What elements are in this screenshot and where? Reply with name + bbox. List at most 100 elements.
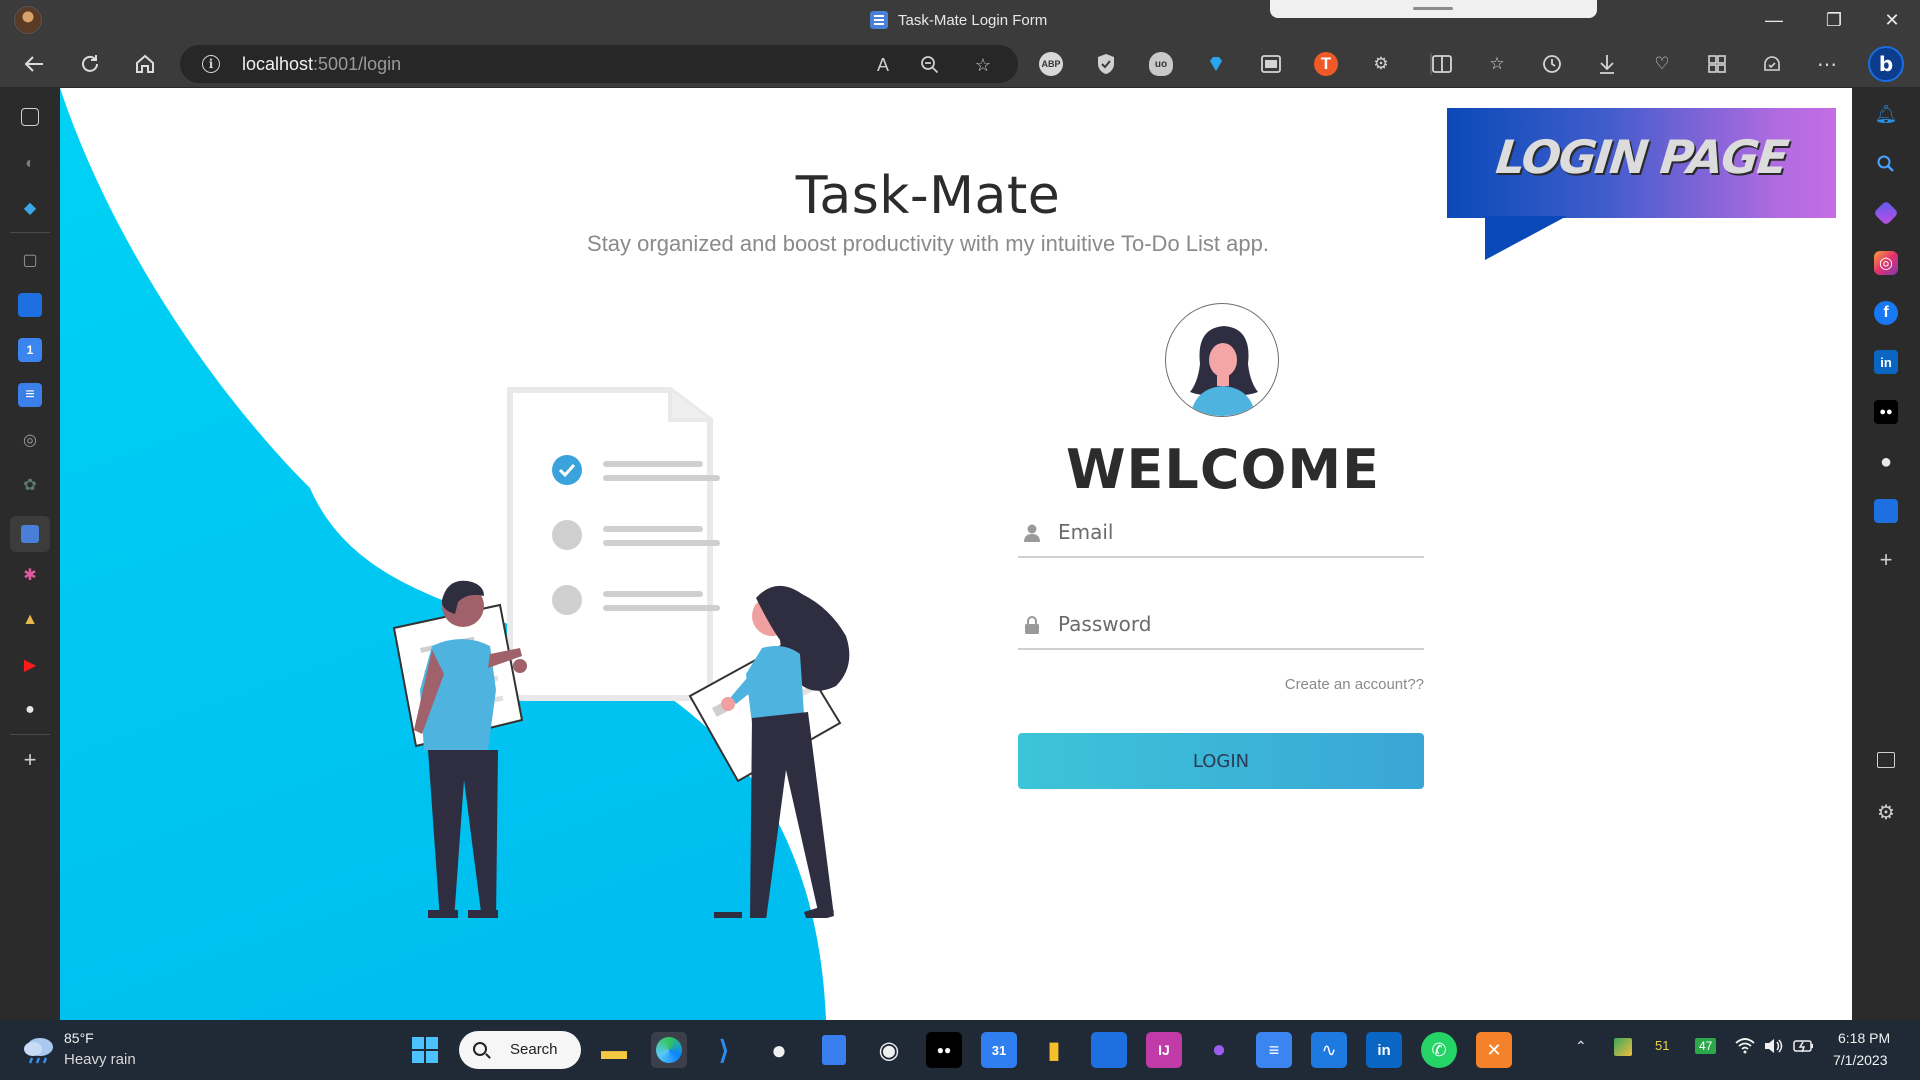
refresh-icon xyxy=(82,55,98,72)
refresh-button[interactable] xyxy=(72,48,108,80)
tab-check-icon[interactable]: ◎ xyxy=(18,428,42,452)
battery-charging-icon[interactable] xyxy=(1793,1038,1815,1058)
github-desktop-icon[interactable]: ● xyxy=(761,1032,797,1068)
profile-avatar[interactable] xyxy=(14,6,42,34)
hide-sidebar-icon[interactable] xyxy=(1877,752,1895,768)
tab-blank-page-icon[interactable]: ▢ xyxy=(18,248,42,272)
notifications-bell-icon[interactable]: 🔔︎ xyxy=(1874,102,1898,126)
tab-docs-icon[interactable]: ≡ xyxy=(18,383,42,407)
sidebar-divider xyxy=(10,734,50,735)
facebook-icon[interactable]: f xyxy=(1874,301,1898,325)
window-drag-handle[interactable] xyxy=(1270,0,1597,18)
keep-notes-icon[interactable]: ▮ xyxy=(1036,1032,1072,1068)
tab-chatgpt-icon[interactable]: ✿ xyxy=(18,473,42,497)
intellij-icon[interactable]: IJ xyxy=(1146,1032,1182,1068)
start-button[interactable] xyxy=(407,1032,443,1068)
tray-badge-51[interactable]: 51 xyxy=(1655,1038,1669,1053)
history-icon[interactable] xyxy=(1540,52,1564,76)
tab-taskmate-active[interactable] xyxy=(10,516,50,552)
tray-badge-47[interactable]: 47 xyxy=(1695,1038,1717,1054)
show-hidden-icons-chevron-icon[interactable]: ⌃ xyxy=(1575,1038,1587,1055)
extensions-puzzle-icon[interactable]: ⚙ xyxy=(1369,52,1393,76)
url-text[interactable]: localhost:5001/login xyxy=(242,54,401,75)
zoom-out-icon[interactable] xyxy=(917,52,943,78)
tab-pin-icon[interactable]: ◐ xyxy=(18,152,42,176)
file-explorer-icon[interactable]: ▬ xyxy=(596,1032,632,1068)
email-input[interactable] xyxy=(1058,514,1418,550)
shield-extension-icon[interactable] xyxy=(1094,52,1118,76)
close-button[interactable]: ✕ xyxy=(1864,0,1920,40)
password-field xyxy=(1018,600,1424,650)
weather-temperature[interactable]: 85°F xyxy=(64,1030,94,1046)
t-extension-icon[interactable]: T xyxy=(1314,52,1338,76)
collections-icon[interactable] xyxy=(1705,52,1729,76)
adblock-extension-icon[interactable]: ABP xyxy=(1039,52,1063,76)
wifi-icon[interactable] xyxy=(1735,1038,1755,1059)
create-account-link[interactable]: Create an account?? xyxy=(1160,676,1424,693)
search-icon xyxy=(473,1042,487,1056)
read-aloud-icon[interactable]: A xyxy=(870,52,896,78)
weather-description[interactable]: Heavy rain xyxy=(64,1051,136,1068)
clock-date[interactable]: 7/1/2023 xyxy=(1833,1052,1888,1068)
vscode-icon[interactable]: ⟩ xyxy=(706,1032,742,1068)
trello-app-icon[interactable] xyxy=(1091,1032,1127,1068)
minimize-button[interactable]: — xyxy=(1746,0,1802,40)
site-info-icon[interactable]: i xyxy=(202,55,220,73)
tab-github-icon[interactable]: ● xyxy=(18,698,42,722)
tab-actions-icon[interactable] xyxy=(21,108,39,126)
github-purple-icon[interactable]: ● xyxy=(1201,1032,1237,1068)
tab-calendar-icon[interactable]: 1 xyxy=(18,338,42,362)
linkedin-icon[interactable]: in xyxy=(1874,350,1898,374)
address-bar[interactable]: i localhost:5001/login A ☆ xyxy=(180,45,1018,83)
new-tab-plus-icon[interactable]: + xyxy=(18,747,42,772)
split-window-icon[interactable] xyxy=(1259,52,1283,76)
favorites-icon[interactable]: ☆ xyxy=(1485,52,1509,76)
tab-mountain-icon[interactable]: ▲ xyxy=(18,608,42,632)
linkedin-app-icon[interactable]: in xyxy=(1366,1032,1402,1068)
google-docs-icon[interactable] xyxy=(822,1035,846,1065)
url-host: localhost xyxy=(242,54,314,74)
clock-time[interactable]: 6:18 PM xyxy=(1838,1030,1890,1046)
volume-icon[interactable] xyxy=(1763,1038,1783,1058)
browser-essentials-icon[interactable] xyxy=(1760,52,1784,76)
xampp-icon[interactable]: ✕ xyxy=(1476,1032,1512,1068)
favorite-star-icon[interactable]: ☆ xyxy=(970,52,996,78)
gem-extension-icon[interactable] xyxy=(1204,52,1228,76)
tray-app-icon[interactable] xyxy=(1614,1038,1632,1056)
search-icon[interactable] xyxy=(1874,152,1898,176)
instagram-icon[interactable]: ◎ xyxy=(1874,251,1898,275)
password-input[interactable] xyxy=(1058,606,1418,642)
trello-icon[interactable] xyxy=(1874,499,1898,523)
active-tab[interactable]: Task-Mate Login Form xyxy=(870,10,1047,30)
back-button[interactable] xyxy=(16,48,52,80)
home-button[interactable] xyxy=(127,48,163,80)
split-screen-icon[interactable] xyxy=(1430,52,1454,76)
notepad-icon[interactable]: ≡ xyxy=(1256,1032,1292,1068)
title-bar: Task-Mate Login Form — ❐ ✕ xyxy=(0,0,1920,40)
login-button[interactable]: LOGIN xyxy=(1018,733,1424,789)
man-figure xyxy=(392,580,527,918)
add-sidebar-app-icon[interactable]: + xyxy=(1874,547,1898,572)
tab-trello-icon[interactable] xyxy=(18,293,42,317)
edge-browser-icon[interactable] xyxy=(651,1032,687,1068)
calendar-app-icon[interactable]: 31 xyxy=(981,1032,1017,1068)
obs-icon[interactable]: ◉ xyxy=(871,1032,907,1068)
medium-app-icon[interactable]: ●● xyxy=(926,1032,962,1068)
downloads-icon[interactable] xyxy=(1595,52,1619,76)
performance-icon[interactable]: ♡ xyxy=(1650,52,1674,76)
tab-slack-icon[interactable]: ✱ xyxy=(18,563,42,587)
more-options-icon[interactable]: ⋯ xyxy=(1815,52,1839,76)
medium-icon[interactable]: ●● xyxy=(1874,400,1898,424)
restore-button[interactable]: ❐ xyxy=(1806,0,1862,40)
taskbar-search-box[interactable]: Search xyxy=(459,1031,581,1069)
rain-cloud-icon[interactable] xyxy=(22,1034,56,1064)
sidebar-settings-gear-icon[interactable]: ⚙ xyxy=(1874,800,1898,824)
tab-gem-icon[interactable]: ◆ xyxy=(18,196,42,220)
github-icon[interactable]: ● xyxy=(1874,450,1898,474)
copilot-icon[interactable] xyxy=(1873,200,1899,226)
tab-youtube-icon[interactable]: ▶ xyxy=(18,653,42,677)
whatsapp-icon[interactable]: ✆ xyxy=(1421,1032,1457,1068)
ublock-extension-icon[interactable]: uo xyxy=(1149,52,1173,76)
stocks-app-icon[interactable]: ∿ xyxy=(1311,1032,1347,1068)
bing-copilot-icon[interactable]: b xyxy=(1868,46,1904,82)
